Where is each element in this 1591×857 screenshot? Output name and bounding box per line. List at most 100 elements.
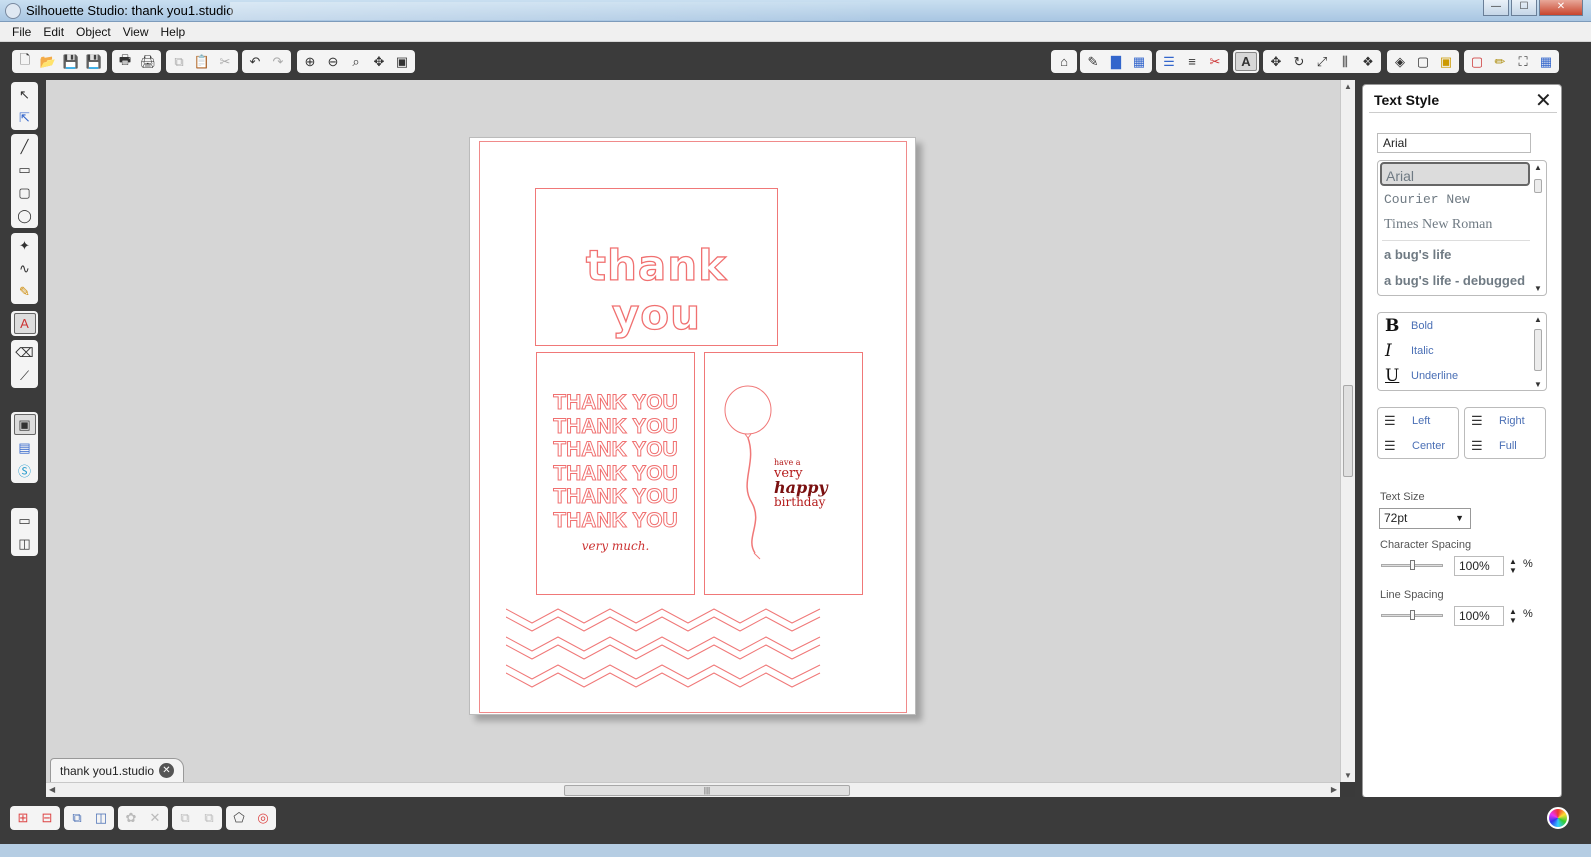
- zoom-out-icon[interactable]: ⊖: [322, 52, 344, 71]
- release-compound-icon[interactable]: ◫: [90, 808, 112, 828]
- send-backward-icon[interactable]: ⧉: [198, 808, 220, 828]
- horizontal-scrollbar[interactable]: ◀ ||| ▶: [46, 782, 1340, 797]
- horizontal-scroll-thumb[interactable]: |||: [564, 785, 850, 796]
- scroll-up-icon[interactable]: ▲: [1344, 82, 1352, 91]
- print-icon[interactable]: 🖶: [114, 52, 136, 71]
- pan-icon[interactable]: ✥: [368, 52, 390, 71]
- align-right-option[interactable]: ☰ Right: [1471, 411, 1525, 431]
- thank-you-card[interactable]: thank you: [535, 188, 778, 346]
- copy-icon[interactable]: ⧉: [168, 52, 190, 71]
- font-list-scrollbar[interactable]: ▲ ▼: [1532, 163, 1544, 293]
- font-item-courier[interactable]: Courier New: [1384, 188, 1470, 212]
- italic-option[interactable]: I Italic: [1385, 341, 1434, 361]
- fit-to-page-icon[interactable]: ▣: [391, 52, 413, 71]
- line-spacing-input[interactable]: 100%: [1454, 606, 1504, 626]
- delete-icon[interactable]: ✕: [144, 808, 166, 828]
- close-panel-icon[interactable]: ✕: [1535, 88, 1552, 113]
- online-store-icon[interactable]: Ⓢ: [14, 460, 36, 481]
- align-icon[interactable]: ⫼: [1334, 52, 1356, 71]
- char-spacing-spinner[interactable]: ▲ ▼: [1509, 557, 1517, 575]
- knife-tool-icon[interactable]: ⟋: [14, 365, 36, 386]
- fill-color-icon[interactable]: ▇: [1105, 52, 1127, 71]
- design-page-icon[interactable]: ▣: [13, 414, 36, 435]
- scroll-right-icon[interactable]: ▶: [1331, 785, 1337, 794]
- line-spacing-spinner[interactable]: ▲ ▼: [1509, 607, 1517, 625]
- vertical-scroll-thumb[interactable]: [1343, 385, 1353, 477]
- align-left-option[interactable]: ☰ Left: [1384, 411, 1430, 431]
- font-search-input[interactable]: Arial: [1377, 133, 1531, 153]
- menu-help[interactable]: Help: [155, 25, 192, 39]
- fullscreen-icon[interactable]: ⛶: [1512, 52, 1534, 71]
- underline-option[interactable]: U Underline: [1385, 366, 1458, 386]
- group-icon[interactable]: ⊞: [12, 808, 34, 828]
- split-view-icon[interactable]: ◫: [14, 533, 36, 554]
- maximize-button[interactable]: ☐: [1511, 0, 1537, 16]
- vertical-scrollbar[interactable]: ▲ ▼: [1340, 80, 1355, 782]
- bold-option[interactable]: B Bold: [1385, 316, 1433, 336]
- zoom-select-icon[interactable]: ⌕: [345, 52, 367, 71]
- text-tool-icon[interactable]: A: [13, 313, 36, 334]
- birthday-text[interactable]: have a very happy birthday: [774, 459, 828, 509]
- scale-icon[interactable]: ⤢: [1311, 52, 1333, 71]
- color-wheel-icon[interactable]: [1547, 807, 1569, 829]
- paste-icon[interactable]: 📋: [191, 52, 213, 71]
- design-page[interactable]: thank you THANK YOU THANK YOU THANK YOU …: [469, 137, 916, 715]
- trace-icon[interactable]: ▢: [1466, 52, 1488, 71]
- minimize-button[interactable]: —: [1483, 0, 1509, 16]
- library-icon[interactable]: ▤: [14, 437, 36, 458]
- move-icon[interactable]: ✥: [1265, 52, 1287, 71]
- thank-you-lines[interactable]: THANK YOU THANK YOU THANK YOU THANK YOU …: [537, 391, 694, 533]
- grid-icon[interactable]: ▦: [1535, 52, 1557, 71]
- registration-icon[interactable]: ▣: [1435, 52, 1457, 71]
- curve-tool-icon[interactable]: ∿: [14, 258, 36, 279]
- send-to-cutter-icon[interactable]: 🖨: [137, 52, 159, 71]
- chevron-up-icon[interactable]: ▲: [1534, 315, 1542, 324]
- scroll-down-icon[interactable]: ▼: [1344, 771, 1352, 780]
- line-tool-icon[interactable]: ╱: [14, 136, 36, 157]
- freehand-tool-icon[interactable]: ✎: [14, 281, 36, 302]
- open-file-icon[interactable]: 📂: [37, 52, 59, 71]
- menu-view[interactable]: View: [117, 25, 155, 39]
- rounded-rectangle-tool-icon[interactable]: ▢: [14, 182, 36, 203]
- style-list-scrollbar[interactable]: ▲ ▼: [1532, 315, 1544, 389]
- text-style-icon[interactable]: A: [1235, 52, 1257, 71]
- chevron-up-icon[interactable]: ▲: [1534, 163, 1542, 172]
- text-size-select[interactable]: 72pt ▼: [1379, 508, 1471, 529]
- menu-object[interactable]: Object: [70, 25, 117, 39]
- font-list[interactable]: Arial Courier New Times New Roman a bug'…: [1377, 160, 1547, 296]
- edit-points-icon[interactable]: ⇱: [14, 107, 36, 128]
- bring-forward-icon[interactable]: ⧉: [174, 808, 196, 828]
- chevron-down-icon[interactable]: ▼: [1534, 284, 1542, 293]
- line-style-icon[interactable]: ☰: [1158, 52, 1180, 71]
- align-full-option[interactable]: ☰ Full: [1471, 436, 1517, 456]
- thank-you-list-card[interactable]: THANK YOU THANK YOU THANK YOU THANK YOU …: [536, 352, 695, 595]
- save-to-library-icon[interactable]: 💾: [83, 52, 105, 71]
- char-spacing-input[interactable]: 100%: [1454, 556, 1504, 576]
- font-item-times[interactable]: Times New Roman: [1384, 213, 1492, 237]
- fill-pattern-icon[interactable]: ▦: [1128, 52, 1150, 71]
- ungroup-icon[interactable]: ⊟: [36, 808, 58, 828]
- very-much-text[interactable]: very much.: [537, 539, 694, 553]
- redo-icon[interactable]: ↷: [267, 52, 289, 71]
- close-tab-icon[interactable]: ✕: [159, 763, 174, 778]
- line-spacing-slider-thumb[interactable]: [1410, 610, 1415, 620]
- chevron-down-icon[interactable]: ▼: [1534, 380, 1542, 389]
- menu-file[interactable]: File: [6, 25, 37, 39]
- page-setup-icon[interactable]: ▢: [1412, 52, 1434, 71]
- align-center-option[interactable]: ☰ Center: [1384, 436, 1445, 456]
- style-list-scroll-thumb[interactable]: [1534, 329, 1542, 371]
- cut-icon[interactable]: ✂: [214, 52, 236, 71]
- eraser-tool-icon[interactable]: ⌫: [14, 342, 36, 363]
- rotate-icon[interactable]: ↻: [1288, 52, 1310, 71]
- zoom-in-icon[interactable]: ⊕: [299, 52, 321, 71]
- save-icon[interactable]: 💾: [60, 52, 82, 71]
- document-tab[interactable]: thank you1.studio ✕: [50, 758, 184, 782]
- modify-icon[interactable]: ⬠: [228, 808, 250, 828]
- make-compound-icon[interactable]: ⧉: [66, 808, 88, 828]
- font-item-bugs-life[interactable]: a bug's life: [1384, 243, 1451, 267]
- undo-icon[interactable]: ↶: [244, 52, 266, 71]
- balloon-card[interactable]: have a very happy birthday: [704, 352, 863, 595]
- select-arrow-icon[interactable]: ↖: [14, 84, 36, 105]
- sketch-icon[interactable]: ✏: [1489, 52, 1511, 71]
- thank-you-title[interactable]: thank you: [536, 240, 777, 339]
